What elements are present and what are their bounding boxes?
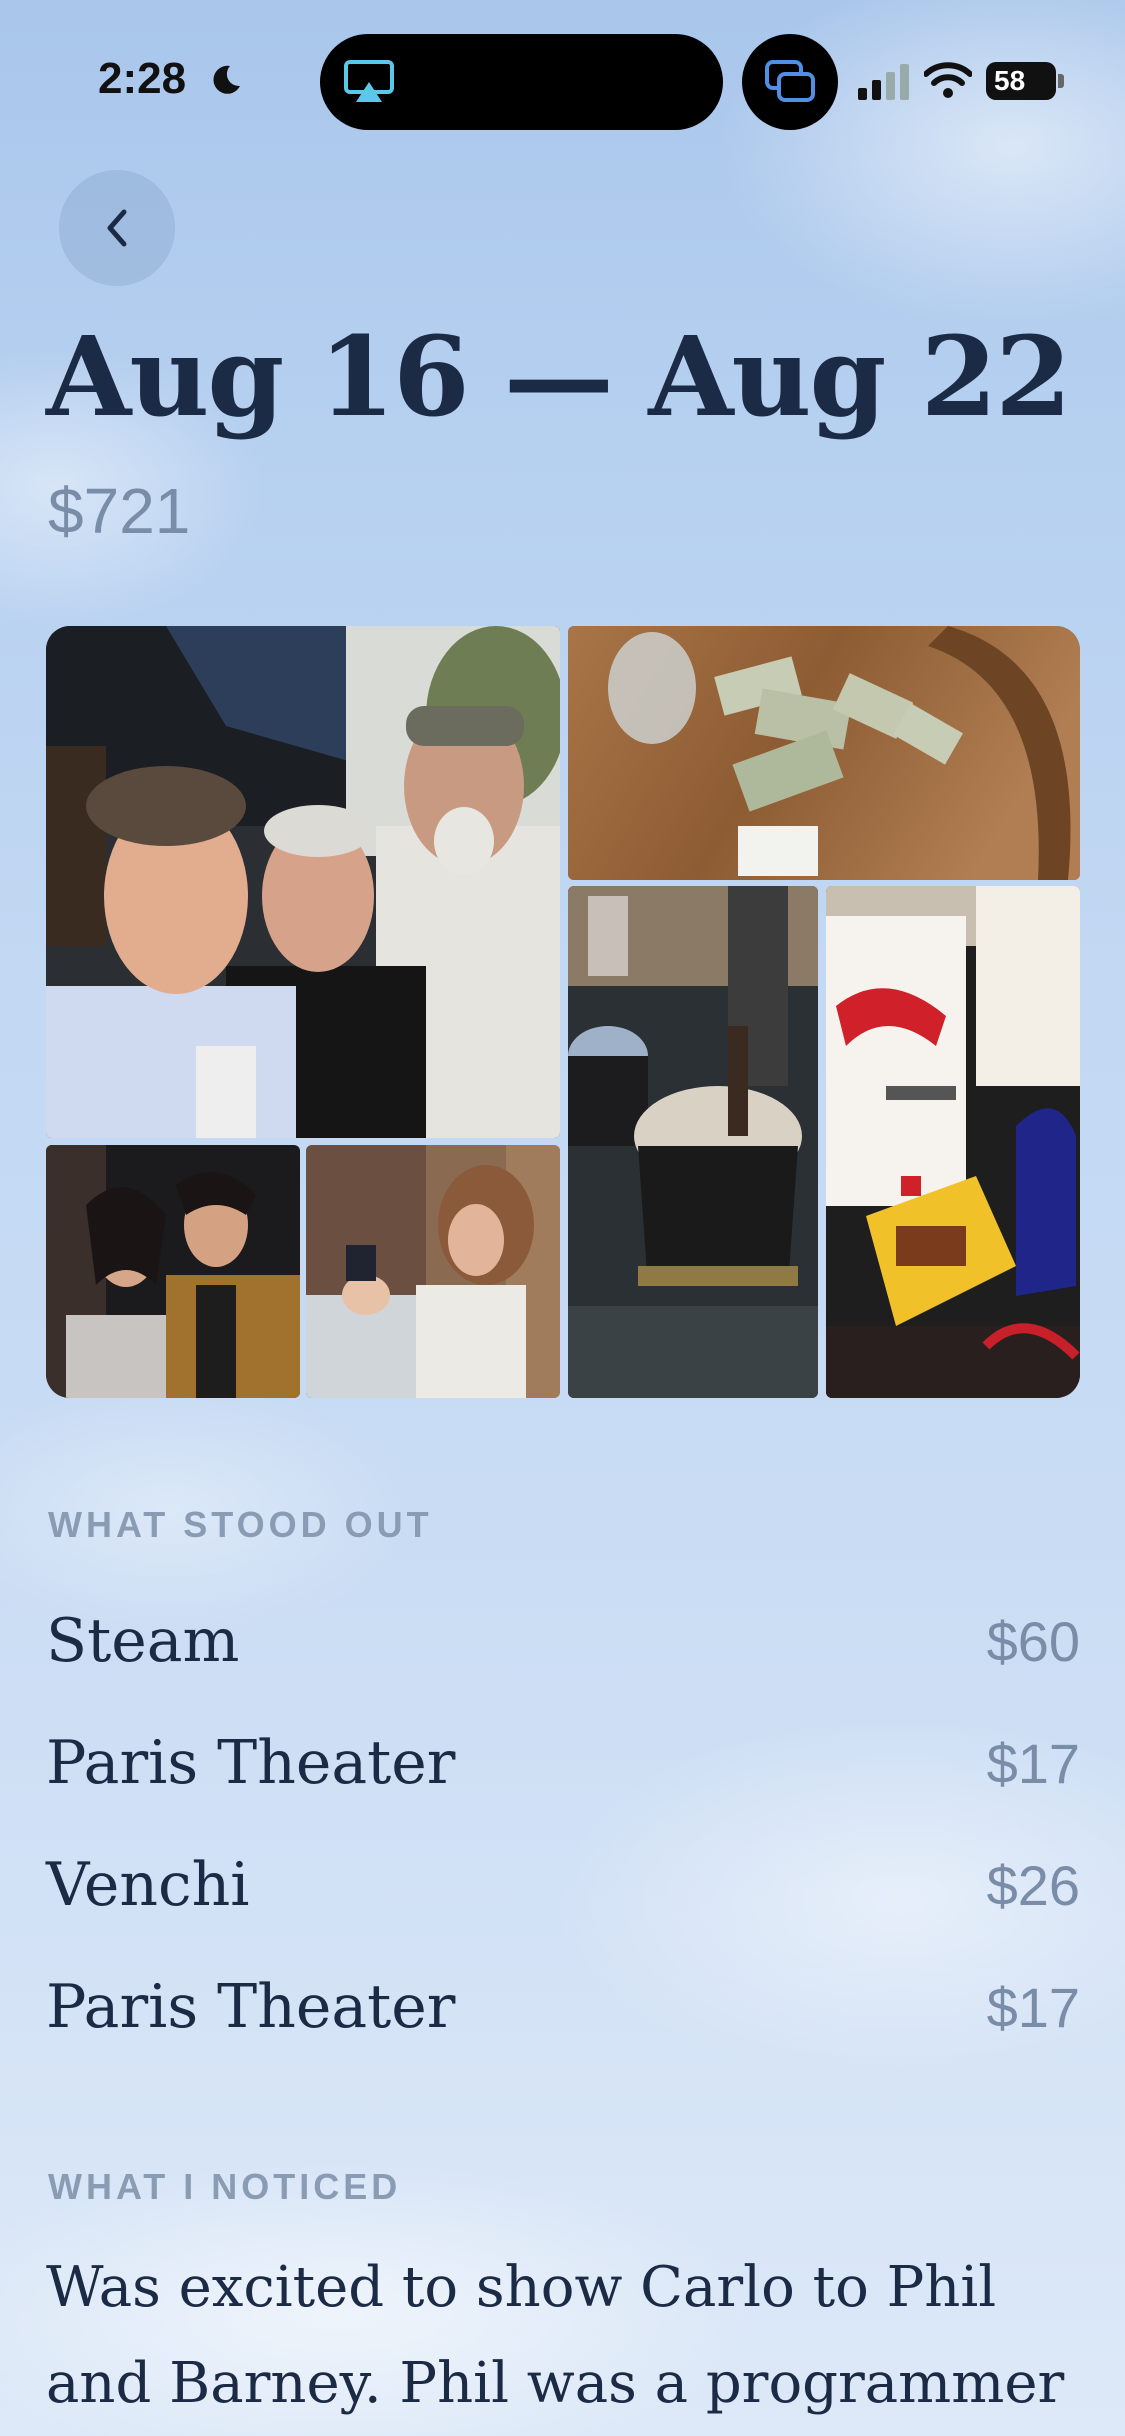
what-stood-out-label: WHAT STOOD OUT [48, 1504, 433, 1545]
photo-woman-eating-gelato[interactable] [306, 1145, 560, 1398]
airplay-icon [344, 60, 394, 102]
battery-indicator: 58 [986, 62, 1056, 100]
photo-selfie-three-men[interactable] [46, 626, 560, 1138]
noticed-text: Was excited to show Carlo to Phil and Ba… [46, 2255, 1065, 2416]
cellular-signal-icon [858, 64, 909, 100]
battery-cap [1058, 74, 1064, 88]
chevron-left-icon [107, 209, 127, 247]
photo-rays-candy-bag[interactable] [826, 886, 1080, 1398]
status-time: 2:28 [98, 54, 187, 103]
status-bar: 2:28 58 [0, 0, 1125, 150]
item-name: Steam [46, 1606, 240, 1676]
photo-venchi-gelato[interactable] [568, 886, 818, 1398]
item-amount: $60 [986, 1609, 1080, 1673]
list-item[interactable]: Paris Theater $17 [46, 1702, 1080, 1824]
item-name: Venchi [46, 1850, 250, 1920]
screen-mirroring-icon [765, 60, 815, 102]
photo-west-side-story-still[interactable] [46, 1145, 300, 1398]
wifi-icon [924, 62, 972, 98]
list-item[interactable]: Paris Theater $17 [46, 1946, 1080, 2068]
list-item[interactable]: Venchi $26 [46, 1824, 1080, 1946]
screen-mirroring-indicator [742, 34, 838, 130]
photo-cash-on-table[interactable] [568, 626, 1080, 880]
item-name: Paris Theater [46, 1728, 456, 1798]
item-amount: $17 [986, 1975, 1080, 2039]
moon-icon [213, 65, 240, 94]
item-amount: $17 [986, 1731, 1080, 1795]
standout-list: Steam $60 Paris Theater $17 Venchi $26 P… [46, 1580, 1080, 2068]
what-i-noticed-label: WHAT I NOTICED [48, 2166, 402, 2207]
list-item[interactable]: Steam $60 [46, 1580, 1080, 1702]
item-name: Paris Theater [46, 1972, 456, 2042]
item-amount: $26 [986, 1853, 1080, 1917]
week-total: $721 [48, 475, 191, 547]
week-title: Aug 16 — Aug 22 [46, 312, 1072, 441]
back-button[interactable] [59, 170, 175, 286]
